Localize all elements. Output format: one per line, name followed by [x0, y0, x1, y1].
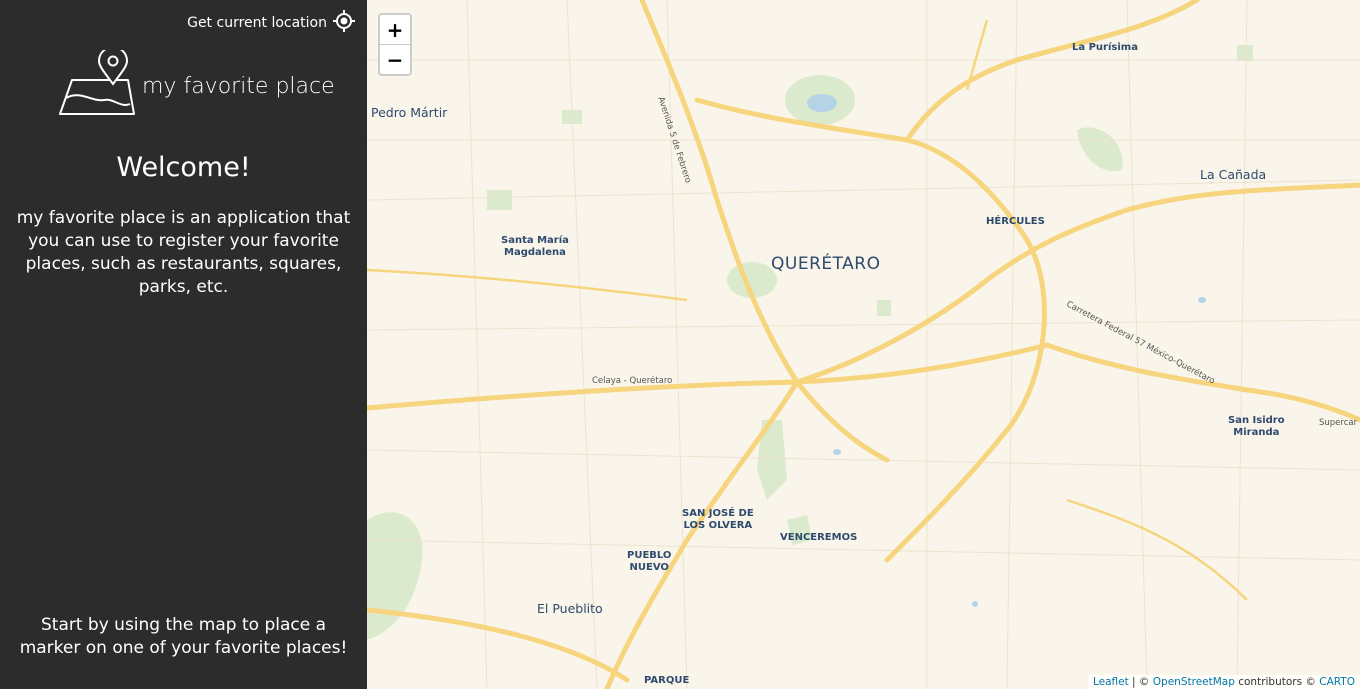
map-label-el-pueblito: El Pueblito — [537, 601, 603, 616]
map-tiles — [367, 0, 1360, 689]
map-label-san-isidro-line1: San Isidro — [1228, 415, 1285, 426]
map[interactable]: + − QUERÉTARO Pedro Mártir La Purísima L… — [367, 0, 1360, 689]
map-label-queretaro: QUERÉTARO — [771, 254, 881, 274]
brand-name: my favorite place — [142, 73, 335, 99]
map-attribution: Leaflet | © OpenStreetMap contributors ©… — [1087, 675, 1360, 689]
road-label-supercar: Supercar — [1319, 418, 1358, 428]
map-label-san-jose-line2: LOS OLVERA — [683, 520, 753, 531]
hint-text: Start by using the map to place a marker… — [19, 615, 348, 658]
map-label-pueblo-nuevo: PUEBLO NUEVO — [627, 550, 671, 574]
leaflet-link[interactable]: Leaflet — [1093, 676, 1129, 688]
map-label-san-jose-line1: SAN JOSÉ DE — [682, 508, 754, 519]
map-label-pueblo-nuevo-line2: NUEVO — [629, 562, 669, 573]
map-label-san-jose: SAN JOSÉ DE LOS OLVERA — [682, 508, 754, 532]
map-label-pueblo-nuevo-line1: PUEBLO — [627, 550, 672, 561]
carto-link[interactable]: CARTO — [1319, 676, 1355, 688]
map-label-san-isidro: San Isidro Miranda — [1228, 415, 1285, 439]
map-label-la-canada: La Cañada — [1200, 167, 1267, 182]
welcome-title: Welcome! — [116, 152, 251, 183]
zoom-control: + − — [378, 13, 412, 76]
map-label-hercules: HÉRCULES — [986, 216, 1045, 227]
attribution-sep: | © — [1128, 676, 1153, 688]
map-label-parque: PARQUE — [644, 675, 690, 686]
map-label-santa-maria-line2: Magdalena — [504, 247, 566, 258]
map-label-pedro-martir: Pedro Mártir — [371, 105, 448, 120]
zoom-out-button[interactable]: − — [380, 44, 410, 74]
brand-logo: my favorite place — [58, 46, 335, 122]
map-label-la-purisima: La Purísima — [1072, 42, 1138, 53]
map-label-venceremos: VENCEREMOS — [780, 532, 858, 543]
sidebar: Get current location my favorite place W… — [0, 0, 367, 689]
get-current-location-label: Get current location — [187, 15, 327, 31]
map-pin-icon — [58, 46, 136, 122]
crosshair-icon — [333, 10, 355, 36]
attribution-contrib: contributors © — [1234, 676, 1320, 688]
map-label-san-isidro-line2: Miranda — [1233, 427, 1280, 438]
osm-link[interactable]: OpenStreetMap — [1153, 676, 1235, 688]
map-label-santa-maria: Santa María Magdalena — [501, 235, 569, 259]
road-label-celaya: Celaya - Querétaro — [592, 376, 673, 386]
get-current-location-button[interactable]: Get current location — [187, 10, 355, 36]
map-label-santa-maria-line1: Santa María — [501, 235, 569, 246]
zoom-in-button[interactable]: + — [380, 15, 410, 44]
intro-text: my favorite place is an application that… — [16, 208, 351, 297]
